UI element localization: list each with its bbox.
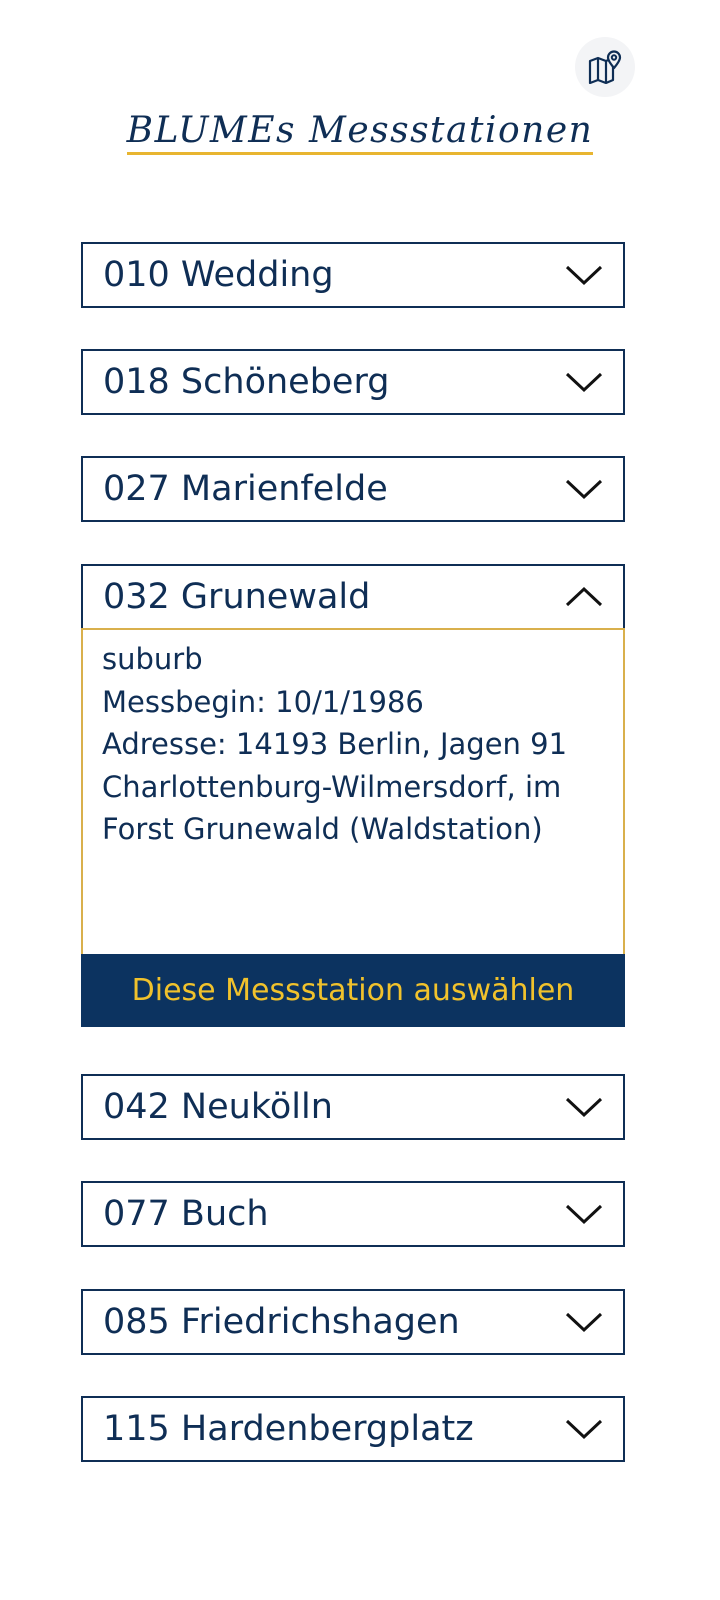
chevron-down-icon — [565, 372, 603, 393]
station-header-schoeneberg[interactable]: 018 Schöneberg — [81, 349, 625, 415]
station-item-hardenbergplatz: 115 Hardenbergplatz — [81, 1396, 625, 1462]
station-header-hardenbergplatz[interactable]: 115 Hardenbergplatz — [81, 1396, 625, 1462]
station-address-line: Charlottenburg-Wilmersdorf, im — [102, 769, 562, 804]
station-label: 027 Marienfelde — [103, 469, 388, 509]
station-label: 077 Buch — [103, 1194, 269, 1234]
station-header-friedrichshagen[interactable]: 085 Friedrichshagen — [81, 1289, 625, 1355]
station-label: 018 Schöneberg — [103, 362, 390, 402]
station-start-date: Messbegin: 10/1/1986 — [102, 684, 424, 719]
station-header-grunewald[interactable]: 032 Grunewald — [81, 564, 625, 628]
station-header-marienfelde[interactable]: 027 Marienfelde — [81, 456, 625, 522]
station-type: suburb — [102, 642, 203, 676]
station-item-neukoelln: 042 Neukölln — [81, 1074, 625, 1140]
chevron-down-icon — [565, 479, 603, 500]
station-label: 085 Friedrichshagen — [103, 1302, 460, 1342]
chevron-up-icon — [565, 586, 603, 607]
station-header-wedding[interactable]: 010 Wedding — [81, 242, 625, 308]
station-item-wedding: 010 Wedding — [81, 242, 625, 308]
station-label: 042 Neukölln — [103, 1087, 333, 1127]
chevron-down-icon — [565, 1097, 603, 1118]
station-label: 032 Grunewald — [103, 577, 371, 617]
station-item-marienfelde: 027 Marienfelde — [81, 456, 625, 522]
station-item-friedrichshagen: 085 Friedrichshagen — [81, 1289, 625, 1355]
map-button[interactable] — [575, 37, 635, 97]
chevron-down-icon — [565, 1204, 603, 1225]
station-header-buch[interactable]: 077 Buch — [81, 1181, 625, 1247]
select-station-button[interactable]: Diese Messstation auswählen — [81, 954, 625, 1027]
map-pin-icon — [588, 50, 622, 84]
station-item-schoeneberg: 018 Schöneberg — [81, 349, 625, 415]
chevron-down-icon — [565, 265, 603, 286]
station-label: 010 Wedding — [103, 255, 334, 295]
station-header-neukoelln[interactable]: 042 Neukölln — [81, 1074, 625, 1140]
station-details: suburb Messbegin: 10/1/1986 Adresse: 141… — [81, 628, 625, 954]
chevron-down-icon — [565, 1312, 603, 1333]
station-item-grunewald: 032 Grunewald suburb Messbegin: 10/1/198… — [81, 564, 625, 1027]
station-address-line: Adresse: 14193 Berlin, Jagen 91 — [102, 727, 568, 761]
station-address-line: Forst Grunewald (Waldstation) — [102, 812, 543, 846]
chevron-down-icon — [565, 1419, 603, 1440]
station-item-buch: 077 Buch — [81, 1181, 625, 1247]
station-label: 115 Hardenbergplatz — [103, 1409, 474, 1449]
page-title: BLUMEs Messstationen — [0, 110, 720, 155]
